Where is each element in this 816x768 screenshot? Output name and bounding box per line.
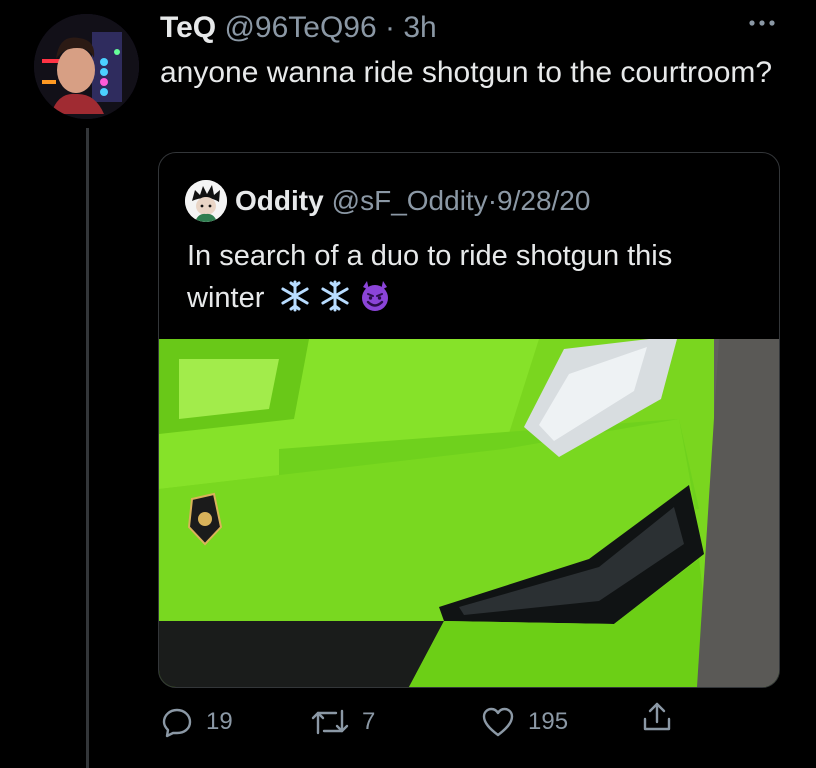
quoted-tweet-emojis — [278, 279, 392, 313]
tweet-actions-bar: 19 7 195 — [160, 700, 680, 744]
quoted-tweet-card[interactable]: Oddity @sF_Oddity · 9/28/20 In search of… — [158, 152, 780, 688]
quoted-author-handle[interactable]: @sF_Oddity — [332, 185, 488, 217]
tweet-header: TeQ @96TeQ96 · 3h — [160, 8, 437, 48]
quoted-header-separator: · — [487, 185, 498, 216]
quoted-avatar-image — [185, 180, 227, 222]
retweet-count: 7 — [362, 708, 376, 735]
header-separator: · — [385, 11, 396, 44]
thread-connector-line — [86, 128, 89, 768]
author-avatar-image — [34, 14, 139, 119]
retweet-icon — [311, 709, 349, 735]
heart-icon — [482, 707, 514, 737]
quoted-tweet-text: In search of a duo to ride shotgun this … — [187, 240, 673, 314]
author-display-name[interactable]: TeQ — [160, 11, 216, 44]
reply-action[interactable]: 19 — [160, 700, 233, 744]
quoted-author-avatar — [185, 180, 227, 222]
like-count: 195 — [528, 708, 569, 735]
author-avatar[interactable] — [34, 14, 139, 119]
like-action[interactable]: 195 — [480, 700, 568, 744]
tweet-text: anyone wanna ride shotgun to the courtro… — [160, 56, 773, 89]
smiling-devil-emoji-icon — [362, 281, 389, 311]
snowflake-emoji-icon — [281, 280, 310, 312]
tweet-timestamp[interactable]: 3h — [403, 11, 436, 44]
author-handle[interactable]: @96TeQ96 — [224, 11, 376, 44]
reply-count: 19 — [206, 708, 233, 735]
share-action[interactable] — [640, 700, 674, 734]
quoted-author-display-name[interactable]: Oddity — [235, 185, 324, 217]
quoted-tweet-text-block: In search of a duo to ride shotgun this … — [187, 235, 757, 319]
quoted-tweet-date[interactable]: 9/28/20 — [497, 185, 590, 217]
retweet-action[interactable]: 7 — [310, 700, 375, 744]
quoted-tweet-header: Oddity @sF_Oddity · 9/28/20 — [185, 179, 590, 223]
more-horizontal-icon[interactable] — [742, 8, 782, 38]
car-photo[interactable] — [159, 339, 779, 687]
reply-icon — [162, 708, 192, 738]
snowflake-emoji-icon — [321, 280, 350, 312]
share-icon — [643, 702, 671, 731]
